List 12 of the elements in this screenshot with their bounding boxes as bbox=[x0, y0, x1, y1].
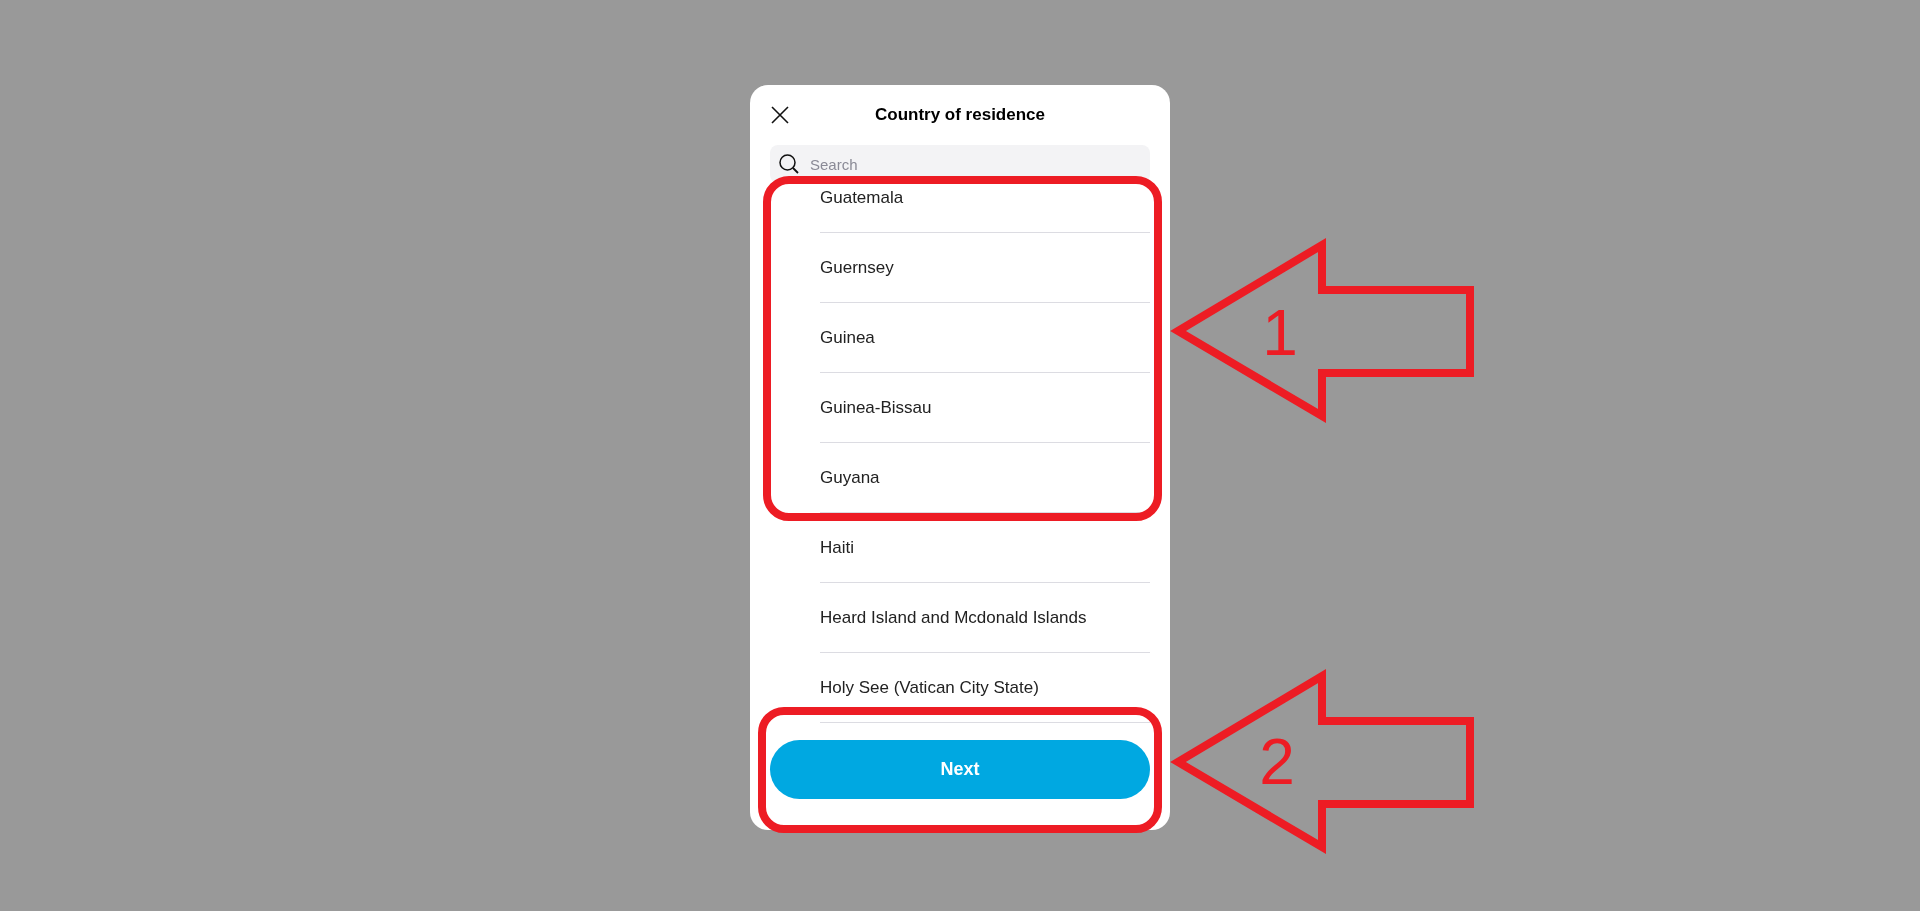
dialog-title: Country of residence bbox=[874, 105, 1045, 125]
country-item[interactable]: Holy See (Vatican City State) bbox=[820, 653, 1150, 723]
country-item[interactable]: Guyana bbox=[820, 443, 1150, 513]
country-item[interactable]: Guinea bbox=[820, 303, 1150, 373]
country-item[interactable]: Heard Island and Mcdonald Islands bbox=[820, 583, 1150, 653]
callout-number: 1 bbox=[1262, 297, 1298, 369]
country-item[interactable]: Guernsey bbox=[820, 233, 1150, 303]
country-item[interactable]: Guinea-Bissau bbox=[820, 373, 1150, 443]
country-item[interactable]: Haiti bbox=[820, 513, 1150, 583]
country-item[interactable]: Guatemala bbox=[820, 183, 1150, 233]
callout-number: 2 bbox=[1259, 726, 1295, 798]
close-icon[interactable] bbox=[770, 105, 790, 125]
